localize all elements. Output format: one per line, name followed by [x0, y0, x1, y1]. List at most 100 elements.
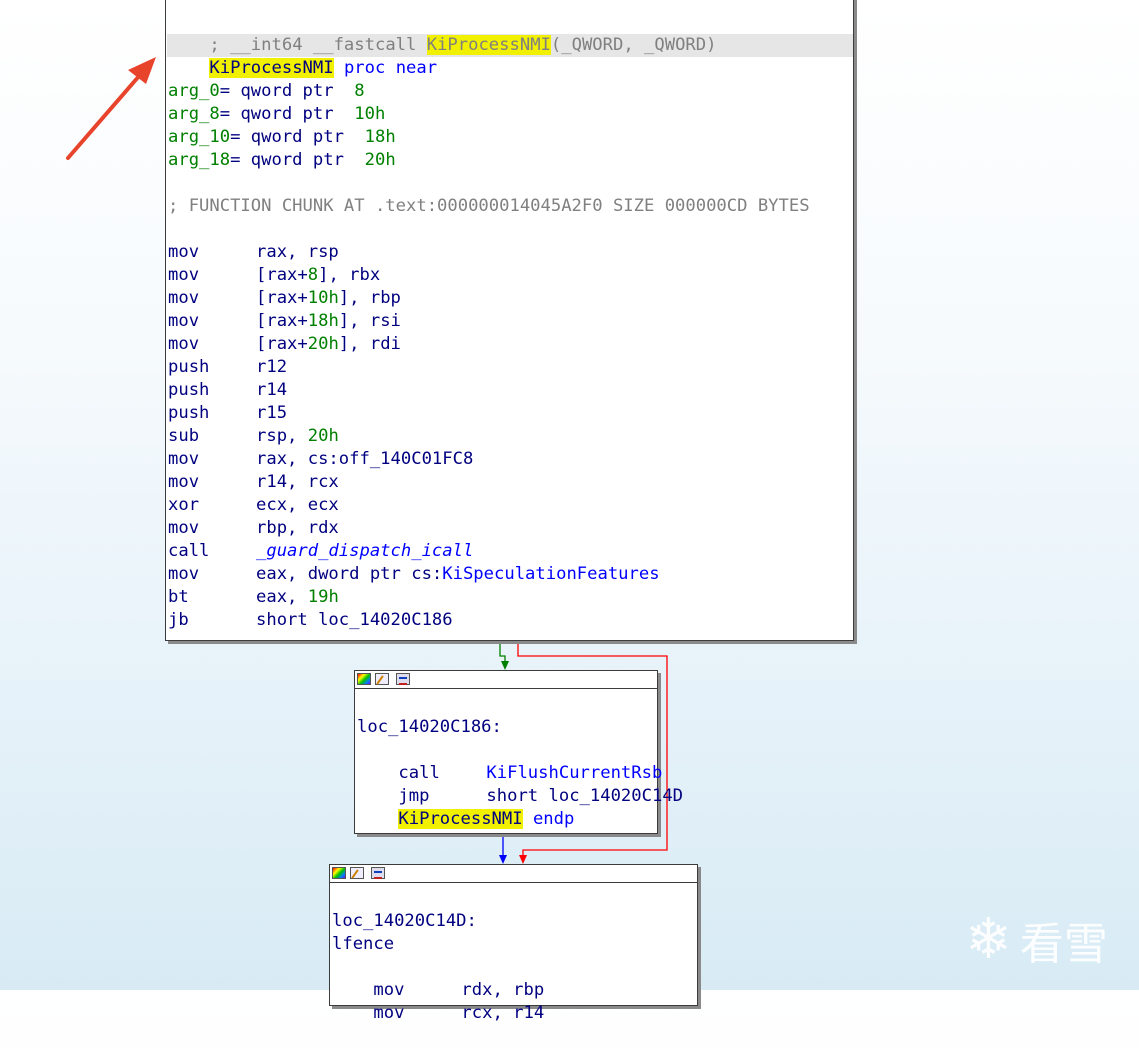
proc-line[interactable]: KiProcessNMI proc near: [168, 34, 437, 78]
instruction-line[interactable]: mov eax, dword ptr cs:KiSpeculationFeatur…: [168, 563, 660, 586]
color-picker-icon[interactable]: [332, 867, 346, 879]
instruction-line[interactable]: mov rdx, rbp: [332, 956, 544, 1000]
mnemonic: mov: [168, 334, 200, 354]
mnemonic: push: [168, 380, 210, 400]
operands: [rax+: [256, 334, 308, 354]
argument-offset: 8: [354, 81, 365, 101]
block-header: [330, 865, 697, 883]
code-block-loc-14020C186[interactable]: loc_14020C186: call KiFlushCurrentRsb jmp…: [354, 670, 683, 834]
function-signature-comment[interactable]: ; __int64 __fastcall KiProcessNMI(_QWORD…: [168, 11, 716, 55]
instruction-line[interactable]: push r12: [168, 356, 287, 379]
mnemonic: mov: [168, 242, 200, 262]
mnemonic: call: [168, 541, 210, 561]
proc-keyword: proc near: [343, 58, 438, 78]
instruction-line[interactable]: mov rcx, r14: [332, 979, 544, 1023]
block-label[interactable]: loc_14020C186:: [357, 716, 502, 739]
mnemonic: mov: [373, 1003, 405, 1023]
argument-offset: 18h: [364, 127, 396, 147]
block-label[interactable]: loc_14020C14D:: [332, 910, 477, 933]
code-block-main[interactable]: ; __int64 __fastcall KiProcessNMI(_QWORD…: [165, 0, 854, 641]
endp-keyword: endp: [532, 809, 575, 829]
instruction-line[interactable]: call _guard_dispatch_icall: [168, 540, 473, 563]
operands: ecx, ecx: [256, 495, 339, 515]
operands: rax, rsp: [256, 242, 339, 262]
symbol-reference[interactable]: KiSpeculationFeatures: [442, 564, 659, 584]
instruction-line[interactable]: mov rax, rsp: [168, 241, 339, 264]
proc-name[interactable]: KiProcessNMI: [209, 58, 334, 78]
operands: ], rbx: [318, 265, 381, 285]
argument-decl: = qword ptr: [230, 127, 365, 147]
instruction-line[interactable]: push r14: [168, 379, 287, 402]
argument-offset: 20h: [364, 150, 396, 170]
operands: ], rbp: [338, 288, 401, 308]
operands: r15: [256, 403, 288, 423]
edge-false: [499, 640, 506, 664]
operands: rax, cs:off_140C01FC8: [256, 449, 474, 469]
instruction-line[interactable]: mov rbp, rdx: [168, 517, 339, 540]
immediate-value: 10h: [307, 288, 339, 308]
argument-name[interactable]: arg_0: [168, 81, 220, 101]
instruction-line[interactable]: mov r14, rcx: [168, 471, 339, 494]
instruction-line[interactable]: push r15: [168, 402, 287, 425]
argument-line[interactable]: arg_8= qword ptr 10h: [168, 103, 385, 126]
operands: rbp, rdx: [256, 518, 339, 538]
argument-line[interactable]: arg_18= qword ptr 20h: [168, 149, 396, 172]
argument-decl: = qword ptr: [219, 104, 355, 124]
immediate-value: 18h: [307, 311, 339, 331]
operands: rcx, r14: [461, 1003, 545, 1023]
argument-line[interactable]: arg_10= qword ptr 18h: [168, 126, 396, 149]
operands: rsp,: [256, 426, 308, 446]
mnemonic: mov: [168, 311, 200, 331]
instruction-line[interactable]: bt eax, 19h: [168, 586, 339, 609]
instruction-line[interactable]: mov [rax+18h], rsi: [168, 310, 401, 333]
signature-func-name[interactable]: KiProcessNMI: [426, 35, 551, 55]
mnemonic: bt: [168, 587, 189, 607]
operands: ], rsi: [338, 311, 401, 331]
instruction-line[interactable]: sub rsp, 20h: [168, 425, 339, 448]
function-chunk-comment: ; FUNCTION CHUNK AT .text:000000014045A2…: [168, 196, 810, 216]
instruction-line[interactable]: mov [rax+10h], rbp: [168, 287, 401, 310]
operands: eax, dword ptr cs:: [256, 564, 443, 584]
mnemonic: mov: [168, 518, 200, 538]
argument-line[interactable]: arg_0= qword ptr 8: [168, 80, 365, 103]
endp-line[interactable]: KiProcessNMI endp: [357, 785, 574, 829]
instruction-line[interactable]: jb short loc_14020C186: [168, 609, 453, 632]
code-block-loc-14020C14D[interactable]: loc_14020C14D: lfence mov rdx, rbp mov rcx…: [329, 864, 698, 1023]
call-target[interactable]: _guard_dispatch_icall: [256, 541, 473, 561]
color-picker-icon[interactable]: [357, 673, 371, 685]
mnemonic: push: [168, 403, 210, 423]
argument-name[interactable]: arg_8: [168, 104, 220, 124]
operands: ], rdi: [338, 334, 401, 354]
edit-icon[interactable]: [375, 673, 389, 685]
graph-view-icon[interactable]: [396, 673, 410, 685]
operands: eax,: [256, 587, 308, 607]
instruction-line[interactable]: mov [rax+20h], rdi: [168, 333, 401, 356]
immediate-value: 20h: [307, 334, 339, 354]
endp-name[interactable]: KiProcessNMI: [398, 809, 523, 829]
mnemonic: mov: [168, 449, 200, 469]
operands: [rax+: [256, 288, 308, 308]
immediate-value: 19h: [307, 587, 339, 607]
graph-view-icon[interactable]: [371, 867, 385, 879]
signature-suffix: (_QWORD, _QWORD): [550, 35, 717, 55]
instruction-line[interactable]: xor ecx, ecx: [168, 494, 339, 517]
instruction-line[interactable]: lfence: [332, 933, 394, 956]
instruction-line[interactable]: mov [rax+8], rbx: [168, 264, 380, 287]
instruction-line[interactable]: call KiFlushCurrentRsb: [357, 739, 662, 783]
argument-name[interactable]: arg_10: [168, 127, 230, 147]
operands: r12: [256, 357, 288, 377]
mnemonic: sub: [168, 426, 200, 446]
operands: [rax+: [256, 265, 308, 285]
mnemonic: jb: [168, 610, 189, 630]
mnemonic: mov: [168, 288, 200, 308]
mnemonic: mov: [168, 472, 200, 492]
instruction-line[interactable]: jmp short loc_14020C14D: [357, 762, 683, 806]
operands: r14: [256, 380, 288, 400]
instruction-line[interactable]: mov rax, cs:off_140C01FC8: [168, 448, 473, 471]
operands: [rax+: [256, 311, 308, 331]
mnemonic: mov: [168, 265, 200, 285]
argument-name[interactable]: arg_18: [168, 150, 230, 170]
immediate-value: 20h: [307, 426, 339, 446]
mnemonic: xor: [168, 495, 200, 515]
edit-icon[interactable]: [350, 867, 364, 879]
